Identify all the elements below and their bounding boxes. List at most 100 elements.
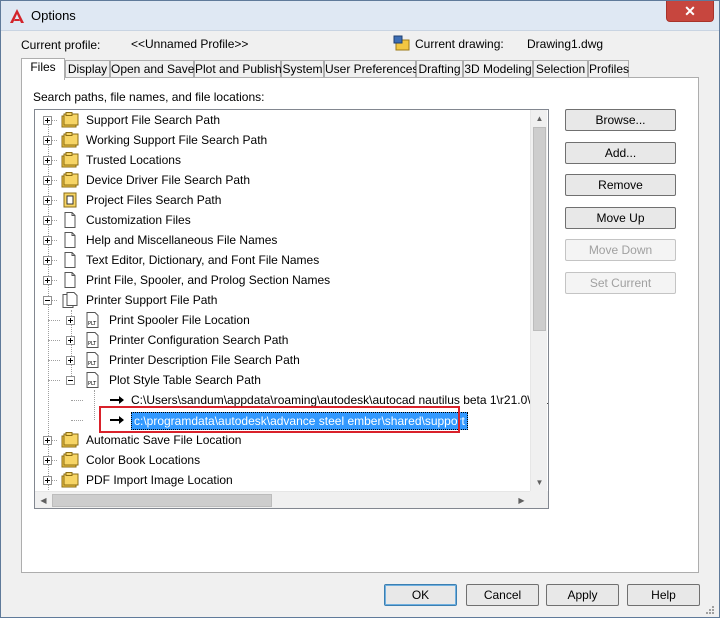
document-icon	[61, 212, 79, 228]
folder-stack-icon	[61, 432, 79, 448]
tree-row[interactable]: PDF Import Image Location	[35, 470, 530, 490]
drawing-icon	[393, 35, 410, 51]
scroll-right-arrow-icon[interactable]: ▶	[513, 492, 530, 509]
help-button[interactable]: Help	[627, 584, 700, 606]
project-file-icon	[61, 192, 79, 208]
svg-text:PLT: PLT	[88, 361, 97, 367]
tree-horizontal-scrollbar[interactable]: ◀ ▶	[35, 491, 530, 508]
tree-row[interactable]: Project Files Search Path	[35, 190, 530, 210]
tree-node-label: Device Driver File Search Path	[86, 173, 251, 187]
move-down-button[interactable]: Move Down	[565, 239, 676, 261]
window-title: Options	[31, 8, 76, 23]
scroll-down-arrow-icon[interactable]: ▼	[531, 474, 548, 491]
scroll-left-arrow-icon[interactable]: ◀	[35, 492, 52, 509]
plt-file-icon: PLT	[84, 372, 102, 388]
plt-file-icon: PLT	[84, 352, 102, 368]
arrow-icon	[109, 412, 127, 428]
tree-node-label: Customization Files	[86, 213, 191, 227]
svg-text:PLT: PLT	[88, 321, 97, 327]
folder-stack-icon	[61, 172, 79, 188]
folder-stack-icon	[61, 472, 79, 488]
tree-node-label: Project Files Search Path	[86, 193, 222, 207]
tree-row[interactable]: Customization Files	[35, 210, 530, 230]
tree-node-label: Working Support File Search Path	[86, 133, 268, 147]
tree-vertical-scrollbar[interactable]: ▲ ▼	[530, 110, 547, 491]
tree-row[interactable]: PLT Print Spooler File Location	[35, 310, 530, 330]
tree-row[interactable]: PLT Printer Description File Search Path	[35, 350, 530, 370]
collapse-icon[interactable]	[66, 376, 75, 385]
tree-row[interactable]: Printer Support File Path	[35, 290, 530, 310]
tree-row[interactable]: c:\programdata\autodesk\advance steel em…	[35, 410, 530, 430]
options-dialog: Options ✕ Current profile: <<Unnamed Pro…	[0, 0, 720, 618]
expand-icon[interactable]	[43, 196, 52, 205]
tree-row[interactable]: C:\Users\sandum\appdata\roaming\autodesk…	[35, 390, 548, 410]
tree-row[interactable]: Help and Miscellaneous File Names	[35, 230, 530, 250]
expand-icon[interactable]	[43, 116, 52, 125]
tree-row[interactable]: Automatic Save File Location	[35, 430, 530, 450]
tree-row[interactable]: Color Book Locations	[35, 450, 530, 470]
plt-file-icon: PLT	[84, 332, 102, 348]
resize-grip-icon[interactable]	[703, 603, 715, 615]
tree-row[interactable]: Working Support File Search Path	[35, 130, 530, 150]
tree-node-label: Support File Search Path	[86, 113, 221, 127]
current-drawing-value: Drawing1.dwg	[527, 37, 604, 51]
move-up-button[interactable]: Move Up	[565, 207, 676, 229]
folder-stack-icon	[61, 112, 79, 128]
tree-row[interactable]: Print File, Spooler, and Prolog Section …	[35, 270, 530, 290]
document-icon	[61, 232, 79, 248]
search-paths-label: Search paths, file names, and file locat…	[33, 90, 265, 104]
document-icon	[61, 272, 79, 288]
tree-row[interactable]: Support File Search Path	[35, 110, 530, 130]
horizontal-scroll-thumb[interactable]	[52, 494, 272, 507]
expand-icon[interactable]	[43, 256, 52, 265]
vertical-scroll-thumb[interactable]	[533, 127, 546, 331]
tree-node-label: Print Spooler File Location	[109, 313, 250, 327]
tree-node-label: Plot Style Table Search Path	[109, 373, 261, 387]
tree-node-label: Help and Miscellaneous File Names	[86, 233, 278, 247]
current-drawing-label: Current drawing:	[415, 37, 504, 51]
expand-icon[interactable]	[43, 476, 52, 485]
expand-icon[interactable]	[66, 356, 75, 365]
file-locations-tree[interactable]: Support File Search Path Working Support …	[34, 109, 549, 509]
expand-icon[interactable]	[43, 456, 52, 465]
tree-row[interactable]: Trusted Locations	[35, 150, 530, 170]
title-bar[interactable]: Options ✕	[1, 1, 719, 31]
tree-row[interactable]: Text Editor, Dictionary, and Font File N…	[35, 250, 530, 270]
expand-icon[interactable]	[43, 276, 52, 285]
tree-row[interactable]: PLT Plot Style Table Search Path	[35, 370, 530, 390]
scroll-up-arrow-icon[interactable]: ▲	[531, 110, 548, 127]
remove-button[interactable]: Remove	[565, 174, 676, 196]
expand-icon[interactable]	[43, 436, 52, 445]
tree-node-label: Print File, Spooler, and Prolog Section …	[86, 273, 331, 287]
ok-button[interactable]: OK	[384, 584, 457, 606]
tab-files[interactable]: Files	[21, 58, 65, 80]
collapse-icon[interactable]	[43, 296, 52, 305]
svg-text:PLT: PLT	[88, 381, 97, 387]
expand-icon[interactable]	[43, 176, 52, 185]
tree-row[interactable]: Device Driver File Search Path	[35, 170, 530, 190]
folder-stack-icon	[61, 152, 79, 168]
tree-row[interactable]: PLT Printer Configuration Search Path	[35, 330, 530, 350]
tree-node-label: Printer Description File Search Path	[109, 353, 300, 367]
tree-node-label: Trusted Locations	[86, 153, 181, 167]
close-button[interactable]: ✕	[666, 1, 714, 22]
expand-icon[interactable]	[43, 216, 52, 225]
folder-stack-icon	[61, 452, 79, 468]
documents-icon	[61, 292, 79, 308]
tree-node-label: Color Book Locations	[86, 453, 201, 467]
current-profile-value: <<Unnamed Profile>>	[131, 37, 249, 51]
expand-icon[interactable]	[66, 316, 75, 325]
expand-icon[interactable]	[43, 156, 52, 165]
browse-button[interactable]: Browse...	[565, 109, 676, 131]
apply-button[interactable]: Apply	[546, 584, 619, 606]
add-button[interactable]: Add...	[565, 142, 676, 164]
document-icon	[61, 252, 79, 268]
folder-stack-icon	[61, 132, 79, 148]
cancel-button[interactable]: Cancel	[466, 584, 539, 606]
expand-icon[interactable]	[43, 236, 52, 245]
expand-icon[interactable]	[66, 336, 75, 345]
set-current-button[interactable]: Set Current	[565, 272, 676, 294]
tree-node-label: C:\Users\sandum\appdata\roaming\autodesk…	[131, 393, 549, 407]
autocad-logo-icon	[10, 9, 24, 23]
expand-icon[interactable]	[43, 136, 52, 145]
